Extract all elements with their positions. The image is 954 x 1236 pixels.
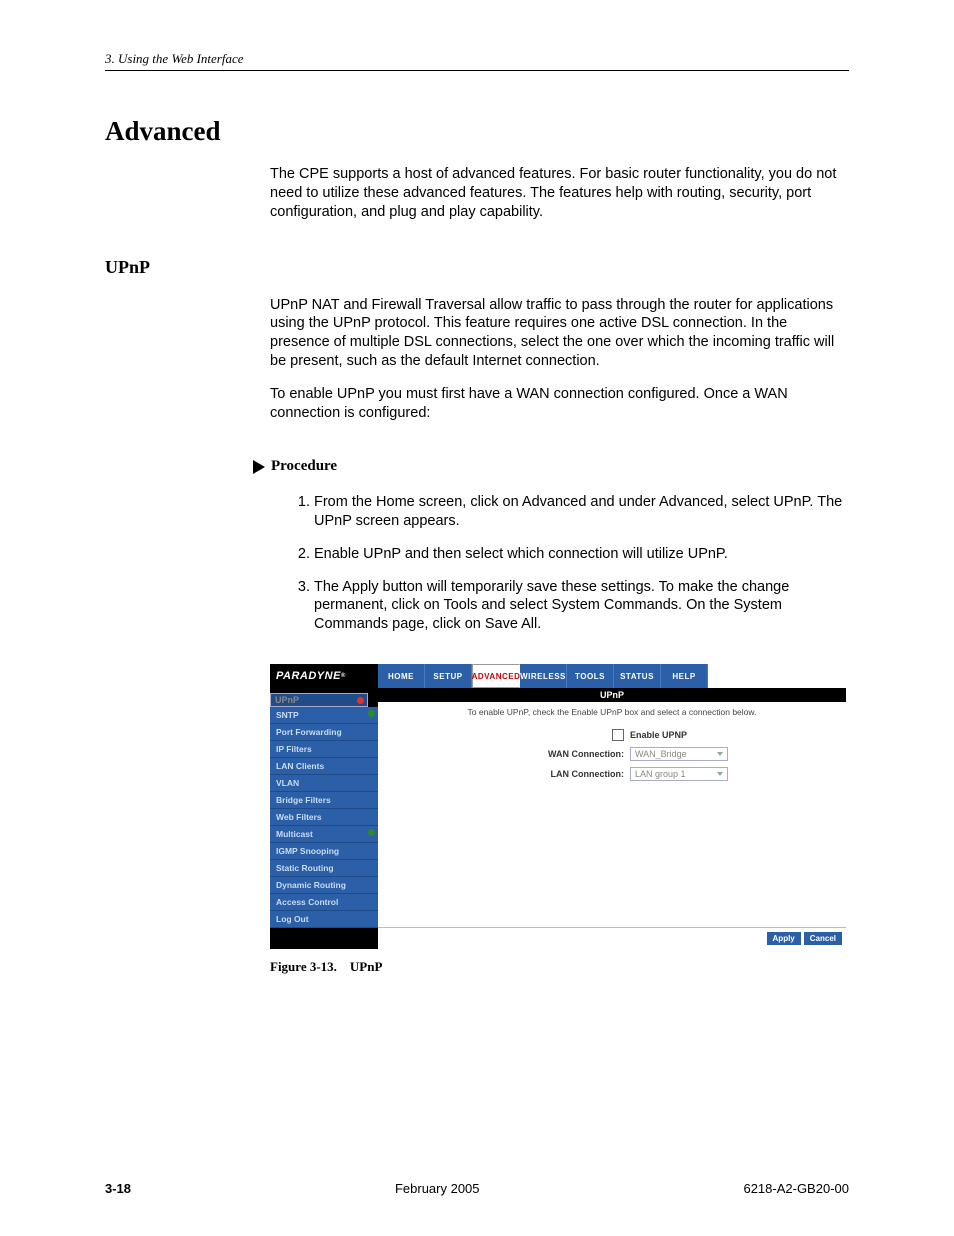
lan-connection-select[interactable]: LAN group 1	[630, 767, 728, 781]
enable-upnp-label: Enable UPNP	[630, 730, 750, 740]
sidebar-item-web-filters[interactable]: Web Filters	[270, 809, 378, 826]
sidebar-item-multicast[interactable]: Multicast	[270, 826, 378, 843]
sidebar-item-log-out[interactable]: Log Out	[270, 911, 378, 928]
footer-date: February 2005	[395, 1181, 480, 1196]
router-screenshot: PARADYNE® HOME SETUP ADVANCED WIRELESS T…	[270, 664, 846, 949]
chevron-down-icon	[717, 772, 723, 776]
footer-doc-id: 6218-A2-GB20-00	[743, 1181, 849, 1196]
running-header: 3. Using the Web Interface	[105, 51, 244, 66]
cancel-button[interactable]: Cancel	[804, 932, 842, 945]
sidebar-item-upnp[interactable]: UPnP	[270, 693, 368, 707]
step-3: The Apply button will temporarily save t…	[314, 578, 844, 635]
tab-wireless[interactable]: WIRELESS	[520, 664, 567, 688]
enable-upnp-checkbox[interactable]	[612, 729, 624, 741]
intro-paragraph: The CPE supports a host of advanced feat…	[270, 165, 844, 222]
procedure-steps: From the Home screen, click on Advanced …	[290, 493, 844, 634]
content-subtitle: To enable UPnP, check the Enable UPnP bo…	[378, 702, 846, 729]
figure-caption: Figure 3-13. UPnP	[270, 959, 849, 975]
sidebar-item-igmp-snooping[interactable]: IGMP Snooping	[270, 843, 378, 860]
page-title: Advanced	[105, 116, 849, 147]
tab-status[interactable]: STATUS	[614, 664, 661, 688]
sidebar-item-lan-clients[interactable]: LAN Clients	[270, 758, 378, 775]
apply-button[interactable]: Apply	[767, 932, 801, 945]
page-footer: 3-18 February 2005 6218-A2-GB20-00	[105, 1181, 849, 1196]
wan-connection-label: WAN Connection:	[474, 749, 624, 759]
step-2: Enable UPnP and then select which connec…	[314, 545, 844, 564]
sidebar-item-bridge-filters[interactable]: Bridge Filters	[270, 792, 378, 809]
sidebar-item-access-control[interactable]: Access Control	[270, 894, 378, 911]
page-number: 3-18	[105, 1181, 131, 1196]
upnp-paragraph-1: UPnP NAT and Firewall Traversal allow tr…	[270, 296, 844, 371]
sidebar-item-static-routing[interactable]: Static Routing	[270, 860, 378, 877]
upnp-paragraph-2: To enable UPnP you must first have a WAN…	[270, 385, 844, 423]
lan-connection-label: LAN Connection:	[474, 769, 624, 779]
sidebar: UPnP SNTP Port Forwarding IP Filters LAN…	[270, 688, 378, 949]
wan-connection-select[interactable]: WAN_Bridge	[630, 747, 728, 761]
sidebar-item-sntp[interactable]: SNTP	[270, 707, 378, 724]
content-title: UPnP	[378, 688, 846, 702]
tab-tools[interactable]: TOOLS	[567, 664, 614, 688]
chevron-down-icon	[717, 752, 723, 756]
brand-logo: PARADYNE®	[270, 664, 378, 688]
tab-home[interactable]: HOME	[378, 664, 425, 688]
tab-help[interactable]: HELP	[661, 664, 708, 688]
sidebar-item-port-forwarding[interactable]: Port Forwarding	[270, 724, 378, 741]
sidebar-item-vlan[interactable]: VLAN	[270, 775, 378, 792]
sidebar-item-ip-filters[interactable]: IP Filters	[270, 741, 378, 758]
sidebar-item-dynamic-routing[interactable]: Dynamic Routing	[270, 877, 378, 894]
procedure-label: Procedure	[271, 458, 337, 475]
step-1: From the Home screen, click on Advanced …	[314, 493, 844, 531]
tab-setup[interactable]: SETUP	[425, 664, 472, 688]
section-upnp-heading: UPnP	[105, 257, 849, 278]
tab-advanced[interactable]: ADVANCED	[472, 664, 520, 688]
procedure-triangle-icon	[253, 460, 265, 474]
top-tabs: HOME SETUP ADVANCED WIRELESS TOOLS STATU…	[378, 664, 846, 688]
